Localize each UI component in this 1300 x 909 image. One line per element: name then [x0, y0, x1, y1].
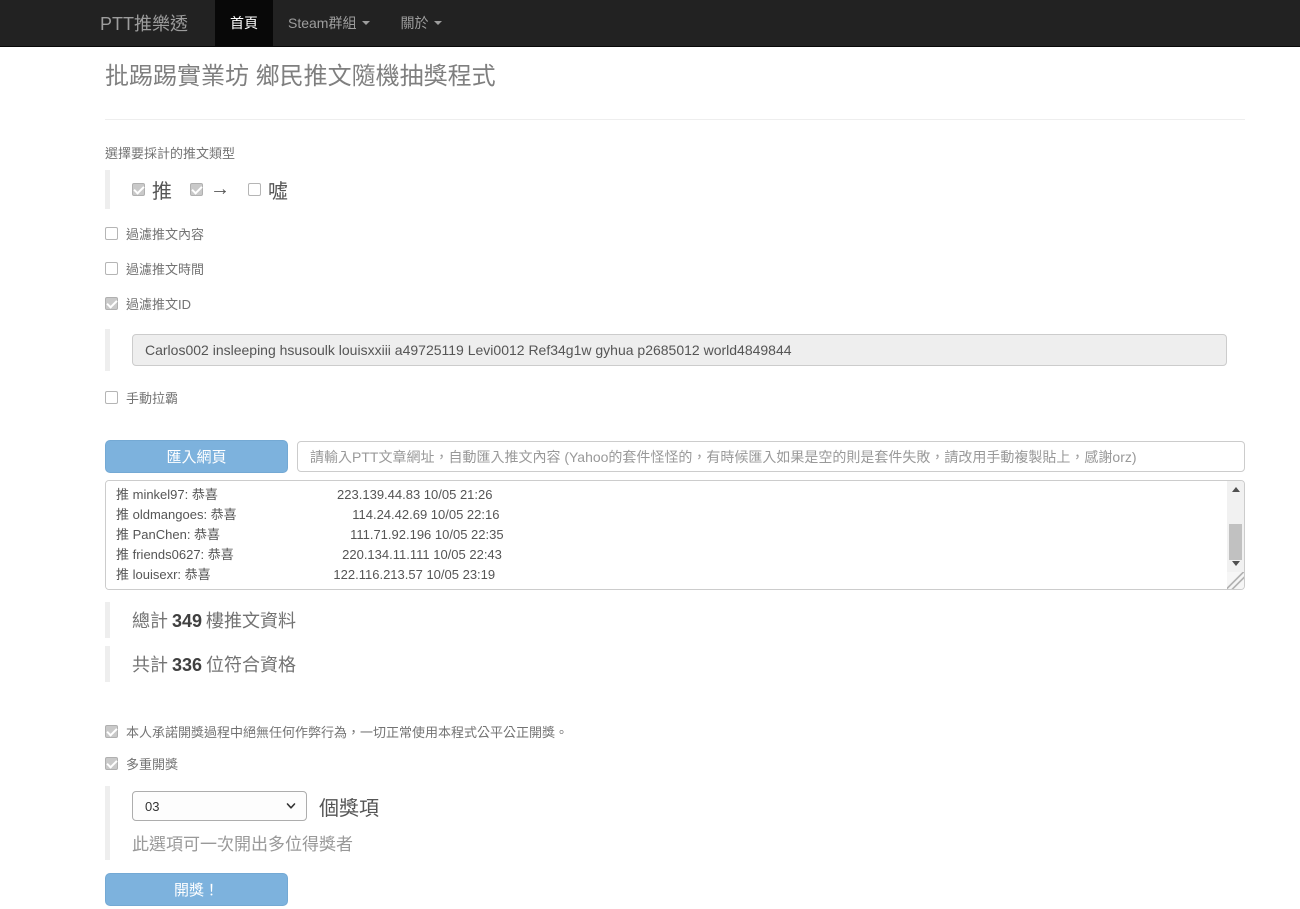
multi-draw-label: 多重開獎	[126, 757, 179, 772]
brand[interactable]: PTT推樂透	[100, 0, 203, 46]
total-pushes-stat: 總計 349 樓推文資料	[105, 602, 1245, 638]
push-checkbox[interactable]	[132, 183, 145, 196]
multi-draw-row[interactable]: 多重開獎	[105, 754, 1245, 773]
id-filter-block	[105, 329, 1245, 371]
filter-content-checkbox[interactable]	[105, 227, 118, 240]
pushes-textarea-wrap: 推 minkel97: 恭喜 223.139.44.83 10/05 21:26…	[105, 480, 1245, 590]
arrow-checkbox-label: →	[210, 178, 230, 200]
navbar: PTT推樂透 首頁 Steam群組 關於	[0, 0, 1300, 47]
manual-slot-label: 手動拉霸	[126, 391, 179, 406]
qualified-prefix: 共計	[132, 655, 168, 675]
arrow-checkbox[interactable]	[190, 183, 203, 196]
divider	[105, 119, 1245, 120]
manual-slot-checkbox[interactable]	[105, 391, 118, 404]
import-page-button[interactable]: 匯入網頁	[105, 440, 288, 473]
nav-item-home-label: 首頁	[230, 15, 258, 31]
scrollbar-thumb[interactable]	[1229, 524, 1242, 560]
caret-down-icon	[362, 21, 371, 25]
prize-count-value: 03	[145, 798, 160, 814]
nav-item-about[interactable]: 關於	[385, 0, 457, 46]
boo-checkbox-label: 噓	[268, 181, 288, 203]
qualified-suffix: 位符合資格	[206, 655, 297, 675]
filter-time-label: 過濾推文時間	[126, 262, 205, 277]
push-checkbox-label: 推	[152, 181, 172, 203]
id-filter-input[interactable]	[132, 334, 1227, 366]
filter-options: 過濾推文內容 過濾推文時間 過濾推文ID	[105, 224, 1245, 313]
boo-checkbox[interactable]	[248, 183, 261, 196]
push-type-option-arrow[interactable]: →	[190, 178, 230, 201]
total-prefix: 總計	[132, 611, 168, 631]
textarea-scrollbar[interactable]	[1227, 481, 1244, 572]
push-type-option-boo[interactable]: 噓	[248, 175, 288, 204]
filter-time-checkbox[interactable]	[105, 262, 118, 275]
pledge-checkbox[interactable]	[105, 725, 118, 738]
push-type-section-label: 選擇要採計的推文類型	[105, 146, 236, 161]
resize-grip-icon[interactable]	[1227, 572, 1244, 589]
page-title: 批踢踢實業坊 鄉民推文隨機抽獎程式	[105, 63, 496, 90]
main-content: 批踢踢實業坊 鄉民推文隨機抽獎程式 選擇要採計的推文類型 推 → 噓 過濾推文內…	[105, 47, 1245, 909]
push-type-option-push[interactable]: 推	[132, 175, 172, 204]
total-suffix: 樓推文資料	[206, 611, 297, 631]
filter-id-row[interactable]: 過濾推文ID	[105, 294, 1245, 313]
chevron-down-icon	[286, 803, 296, 809]
nav-item-steam-group[interactable]: Steam群組	[273, 0, 385, 46]
pledge-section: 本人承諾開獎過程中絕無任何作弊行為，一切正常使用本程式公平公正開獎。 多重開獎	[105, 722, 1245, 773]
multi-draw-detail: 03 個獎項 此選項可一次開出多位得獎者	[105, 786, 1245, 860]
prize-count-select[interactable]: 03	[132, 791, 307, 821]
pushes-textarea[interactable]: 推 minkel97: 恭喜 223.139.44.83 10/05 21:26…	[106, 481, 1225, 589]
manual-slot-row[interactable]: 手動拉霸	[105, 388, 1245, 407]
prize-count-unit-label: 個獎項	[319, 797, 379, 820]
qualified-value: 336	[172, 655, 203, 675]
filter-content-row[interactable]: 過濾推文內容	[105, 224, 1245, 243]
total-value: 349	[172, 611, 203, 631]
multi-draw-checkbox[interactable]	[105, 757, 118, 770]
nav-item-steam-group-label: Steam群組	[288, 15, 357, 31]
scroll-down-icon[interactable]	[1231, 561, 1240, 566]
multi-draw-hint: 此選項可一次開出多位得獎者	[132, 835, 353, 854]
pledge-row[interactable]: 本人承諾開獎過程中絕無任何作弊行為，一切正常使用本程式公平公正開獎。	[105, 722, 1245, 741]
stats-section: 總計 349 樓推文資料 共計 336 位符合資格	[105, 602, 1245, 682]
filter-id-checkbox[interactable]	[105, 297, 118, 310]
caret-down-icon	[434, 21, 443, 25]
import-row: 匯入網頁	[105, 440, 1245, 473]
article-url-input[interactable]	[297, 441, 1245, 472]
pledge-label: 本人承諾開獎過程中絕無任何作弊行為，一切正常使用本程式公平公正開獎。	[126, 725, 569, 740]
push-type-options: 推 → 噓	[105, 170, 1245, 209]
nav-item-home[interactable]: 首頁	[215, 0, 273, 46]
filter-time-row[interactable]: 過濾推文時間	[105, 259, 1245, 278]
scroll-up-icon[interactable]	[1231, 487, 1240, 492]
filter-content-label: 過濾推文內容	[126, 227, 205, 242]
nav-item-about-label: 關於	[400, 15, 429, 31]
filter-id-label: 過濾推文ID	[126, 297, 192, 312]
draw-button[interactable]: 開獎！	[105, 873, 288, 906]
qualified-stat: 共計 336 位符合資格	[105, 646, 1245, 682]
